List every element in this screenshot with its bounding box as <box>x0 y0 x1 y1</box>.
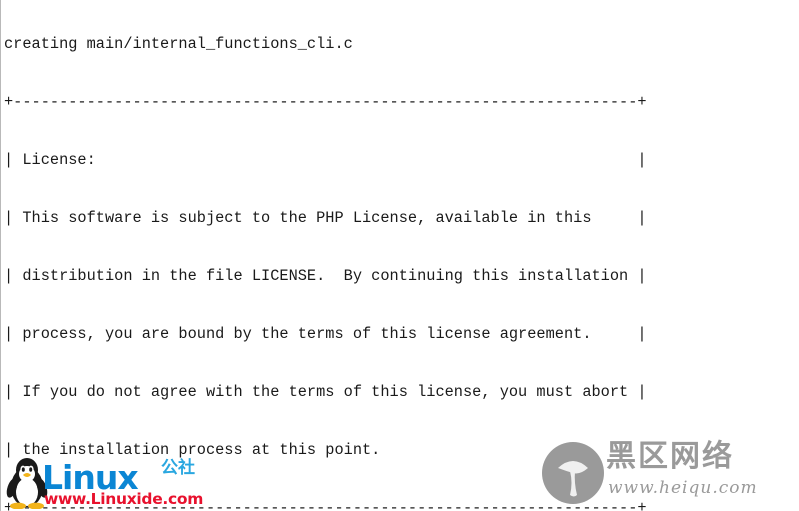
terminal-window[interactable]: creating main/internal_functions_cli.c +… <box>0 0 799 511</box>
terminal-line: | the installation process at this point… <box>4 440 647 459</box>
terminal-line: creating main/internal_functions_cli.c <box>4 34 353 53</box>
window-left-edge <box>0 0 1 511</box>
license-box-top-border: +---------------------------------------… <box>4 92 647 111</box>
terminal-line: | process, you are bound by the terms of… <box>4 324 647 343</box>
terminal-line: | If you do not agree with the terms of … <box>4 382 647 401</box>
terminal-output: creating main/internal_functions_cli.c +… <box>4 0 799 511</box>
terminal-line: | License: | <box>4 150 647 169</box>
terminal-line: | distribution in the file LICENSE. By c… <box>4 266 647 285</box>
license-box-bottom-border: +---------------------------------------… <box>4 498 647 511</box>
terminal-line: | This software is subject to the PHP Li… <box>4 208 647 227</box>
